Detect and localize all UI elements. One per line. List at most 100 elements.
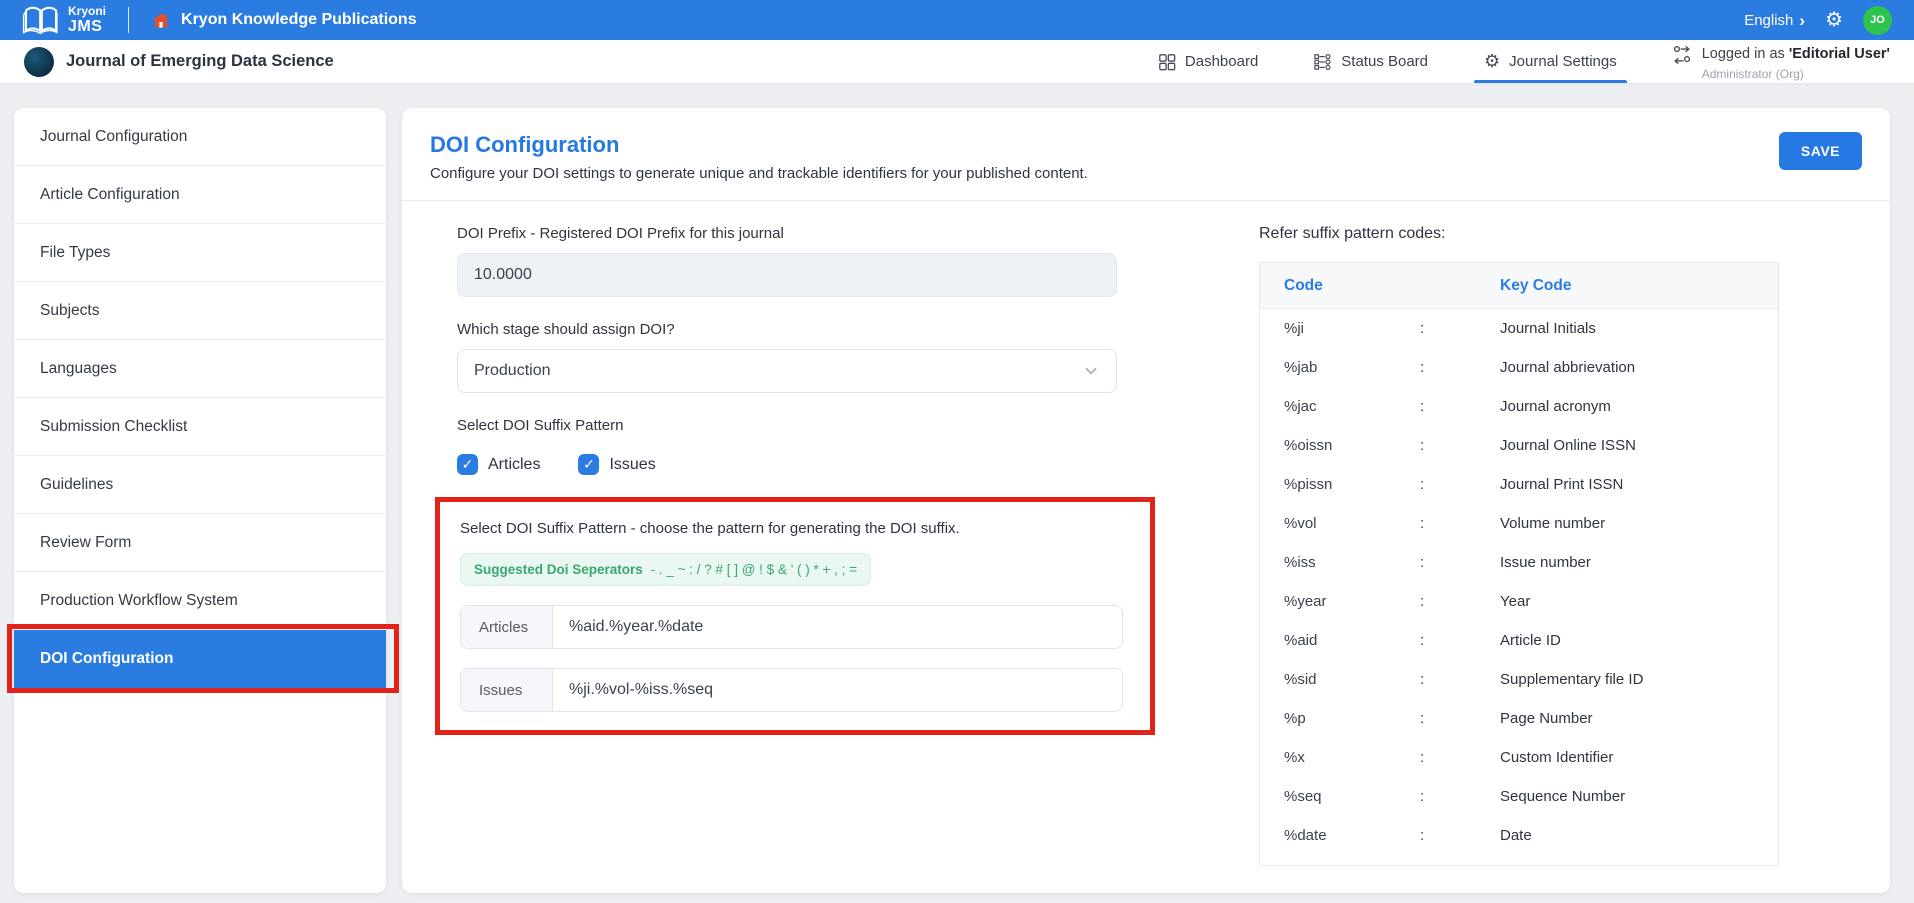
codes-table-row: %aid : Article ID [1260,621,1778,660]
codes-table-row: %jac : Journal acronym [1260,387,1778,426]
keycode-cell: Journal acronym [1500,398,1611,415]
codes-table: Code Key Code %ji : Journal Initials %ja… [1259,262,1779,866]
nav-label: Dashboard [1184,53,1259,70]
logged-in-text: Logged in as 'Editorial User' [1702,46,1890,62]
panel-header: DOI Configuration Configure your DOI set… [430,132,1862,182]
user-switch-icon [1671,44,1693,66]
colon-separator: : [1420,515,1425,532]
codes-table-row: %sid : Supplementary file ID [1260,660,1778,699]
chevron-right-icon: › [1799,10,1806,30]
sidebar-item[interactable]: Review Form [14,514,386,572]
colon-separator: : [1420,437,1425,454]
suffix-option-checkbox[interactable]: Articles [457,454,540,475]
pattern-value-input[interactable] [553,669,1122,711]
home-icon [151,11,171,30]
suffix-options: Articles Issues [457,454,1157,475]
doi-form: DOI Prefix - Registered DOI Prefix for t… [435,201,1157,866]
colon-separator: : [1420,359,1425,376]
sidebar-item[interactable]: Subjects [14,282,386,340]
sidebar-item[interactable]: Article Configuration [14,166,386,224]
sidebar-item-label: Production Workflow System [40,591,238,609]
suggested-separators-badge: Suggested Doi Seperators - . _ ~ : / ? #… [460,553,872,586]
codes-table-row: %vol : Volume number [1260,504,1778,543]
chevron-down-icon [1085,367,1097,375]
logged-in-prefix: Logged in as [1701,46,1785,62]
codes-table-row: %year : Year [1260,582,1778,621]
brand-line1: Kryoni [68,4,107,18]
doi-prefix-input[interactable] [457,253,1117,297]
kryoni-jms-logo[interactable]: Kryoni JMS [22,4,106,36]
stage-select[interactable]: Production [457,349,1117,393]
code-cell: %sid [1284,671,1317,688]
code-cell: %aid [1284,632,1318,649]
separators-list: - . _ ~ : / ? # [ ] @ ! $ & ' ( ) * + , … [650,562,858,577]
code-cell: %oissn [1284,437,1333,454]
code-cell: %ji [1284,320,1305,337]
keycode-cell: Journal Print ISSN [1500,476,1624,493]
user-role: Administrator (Org) [1701,67,1804,81]
sidebar-item-label: Article Configuration [40,185,180,203]
avatar-initials: JO [1870,14,1885,26]
sidebar-item-label: DOI Configuration [40,649,174,667]
nav-dashboard[interactable]: Dashboard [1152,40,1264,83]
codes-table-header: Code Key Code [1260,263,1778,309]
nav-journal-settings[interactable]: ⚙ Journal Settings [1474,40,1627,83]
settings-sidebar: Journal Configuration Article Configurat… [7,108,399,893]
language-label: English [1744,11,1794,29]
dashboard-grid-icon [1158,53,1176,71]
code-cell: %seq [1284,788,1322,805]
pattern-value-input[interactable] [553,606,1122,648]
nav-label: Status Board [1341,53,1429,70]
sidebar-item[interactable]: Guidelines [14,456,386,514]
code-cell: %jab [1284,359,1318,376]
suffix-option-checkbox[interactable]: Issues [578,454,656,475]
journal-settings-gear-icon: ⚙ [1484,51,1501,71]
pattern-input-group: Issues [460,668,1123,712]
codes-table-row: %jab : Journal abbrievation [1260,348,1778,387]
keycode-cell: Journal abbrievation [1500,359,1636,376]
journal-identity: Journal of Emerging Data Science [24,46,334,77]
codes-table-row: %oissn : Journal Online ISSN [1260,426,1778,465]
brand-line2: JMS [68,18,103,35]
page-subtitle: Configure your DOI settings to generate … [430,165,1088,182]
keycode-cell: Journal Initials [1500,320,1596,337]
keycode-cell: Year [1500,593,1531,610]
main-navigation: Dashboard Status Board ⚙ Journal Setting… [1130,40,1645,83]
code-cell: %p [1284,710,1306,727]
sidebar-item[interactable]: File Types [14,224,386,282]
suffix-codes-panel: Refer suffix pattern codes: Code Key Cod… [1259,201,1779,866]
codes-panel-title: Refer suffix pattern codes: [1259,225,1446,242]
user-avatar[interactable]: JO [1863,5,1892,35]
language-switcher[interactable]: English › [1744,12,1805,29]
nav-status-board[interactable]: Status Board [1308,40,1434,83]
codes-table-row: %p : Page Number [1260,699,1778,738]
publisher-home-link[interactable]: Kryon Knowledge Publications [151,11,417,30]
sidebar-item-label: Review Form [40,533,132,551]
code-cell: %jac [1284,398,1317,415]
colon-separator: : [1420,320,1425,337]
sidebar-item[interactable]: Journal Configuration [14,108,386,166]
save-button[interactable]: SAVE [1778,132,1862,170]
settings-gear-button[interactable]: ⚙ [1825,10,1843,30]
sidebar-item[interactable]: DOI Configuration [7,624,399,693]
keycode-cell: Volume number [1500,515,1606,532]
keycode-cell: Date [1500,827,1532,844]
codes-table-row: %iss : Issue number [1260,543,1778,582]
sidebar-item-label: Journal Configuration [40,127,188,145]
sidebar-item[interactable]: Languages [14,340,386,398]
sidebar-item-label: Languages [40,359,117,377]
code-cell: %year [1284,593,1327,610]
keycode-cell: Sequence Number [1500,788,1626,805]
nav-label: Journal Settings [1509,53,1617,70]
sidebar-item[interactable]: Production Workflow System [14,572,386,630]
app-header-bar: Journal of Emerging Data Science Dashboa… [0,40,1914,84]
keycode-cell: Issue number [1500,554,1591,571]
sidebar-item-label: Subjects [40,301,100,319]
logged-in-user[interactable]: Logged in as 'Editorial User' Administra… [1671,39,1890,84]
colon-separator: : [1420,476,1425,493]
code-cell: %x [1284,749,1305,766]
sidebar-item[interactable]: Submission Checklist [14,398,386,456]
codes-table-row: %pissn : Journal Print ISSN [1260,465,1778,504]
codes-table-row: %date : Date [1260,816,1778,855]
page-title: DOI Configuration [430,132,620,157]
